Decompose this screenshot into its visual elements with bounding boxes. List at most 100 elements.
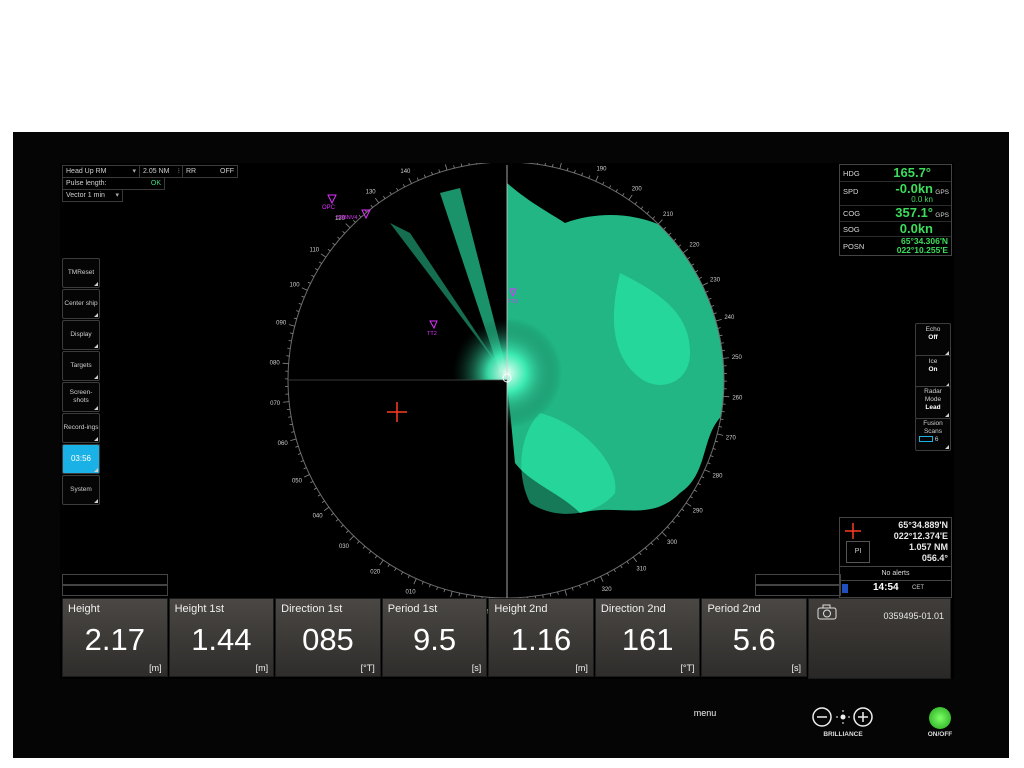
- bearing-tick: [595, 175, 599, 182]
- sog-row: SOG 0.0kn: [840, 221, 951, 237]
- bearing-tick: [720, 418, 724, 420]
- bearing-label: 040: [313, 513, 324, 519]
- bearing-tick: [295, 445, 299, 448]
- wave-direction-1st-cell: Direction 1st 085 [°T]: [275, 598, 381, 677]
- hdg-row: HDG 165.7°: [840, 165, 951, 182]
- vrm2-box[interactable]: [755, 585, 841, 596]
- bearing-label: 270: [726, 435, 737, 441]
- bearing-tick: [646, 211, 650, 214]
- bearing-tick: [681, 508, 685, 512]
- bearing-tick: [628, 194, 633, 201]
- bearing-tick: [310, 480, 314, 484]
- bearing-label: 080: [270, 361, 281, 367]
- bearing-tick: [720, 342, 724, 344]
- cog-source: GPS: [935, 212, 949, 219]
- bearing-tick: [715, 319, 722, 322]
- bearing-tick: [715, 440, 719, 443]
- bearing-tick: [661, 531, 667, 537]
- bearing-tick: [713, 312, 717, 315]
- bearing-tick: [293, 317, 297, 320]
- ebl1-box[interactable]: [62, 574, 168, 585]
- bearing-tick: [288, 324, 295, 327]
- wave-label: Height: [68, 603, 100, 615]
- bearing-tick: [318, 261, 322, 264]
- wave-value: 1.44: [191, 622, 252, 657]
- echo-toggle-button[interactable]: Echo Off: [915, 323, 951, 357]
- wave-label: Period 2nd: [707, 603, 761, 615]
- alerts-bar[interactable]: No alerts: [839, 566, 952, 581]
- bearing-tick: [666, 526, 670, 530]
- bearing-tick: [370, 204, 374, 208]
- bearing-tick: [379, 559, 384, 566]
- radar-mode-button[interactable]: Radar Mode Lead: [915, 386, 951, 419]
- bearing-label: 240: [724, 315, 735, 321]
- vrm1-box[interactable]: [755, 574, 841, 585]
- target-tt2[interactable]: TT2: [427, 320, 438, 337]
- radar-screen: Head Up RM ▾ 2.05 NM ⁝ RR OFF Pulse length…: [60, 163, 954, 679]
- wave-period-1st-cell: Period 1st 9.5 [s]: [381, 598, 488, 677]
- bearing-tick: [615, 188, 618, 192]
- bearing-tick: [345, 223, 351, 229]
- bearing-tick: [593, 579, 596, 583]
- bearing-tick: [702, 282, 709, 286]
- fusion-scans-button[interactable]: Fusion Scans 6: [915, 418, 951, 451]
- bearing-tick: [600, 576, 604, 583]
- target-opc[interactable]: OPC: [322, 194, 337, 211]
- bearing-label: 260: [732, 395, 743, 401]
- target-58bnv4[interactable]: 58BNV4: [337, 209, 371, 221]
- bearing-tick: [332, 242, 336, 246]
- bearing-tick: [668, 232, 672, 236]
- ice-toggle-button[interactable]: Ice On: [915, 355, 951, 389]
- bearing-tick: [608, 185, 612, 189]
- bearing-label: 070: [270, 401, 281, 407]
- cursor-icon: [845, 523, 861, 539]
- bearing-tick: [296, 310, 300, 312]
- bearing-tick: [431, 171, 433, 175]
- wave-value: 9.5: [412, 622, 457, 657]
- bearing-tick: [303, 474, 310, 478]
- bearing-tick: [460, 163, 463, 167]
- bearing-tick: [634, 201, 638, 205]
- camera-icon[interactable]: [817, 604, 837, 620]
- cursor-range: 1.057 NM: [908, 542, 948, 552]
- bearing-tick: [588, 175, 591, 179]
- menu-hard-button[interactable]: menu: [690, 708, 720, 724]
- target-label: TT2: [427, 331, 437, 337]
- bearing-tick: [340, 524, 344, 528]
- bearing-tick: [678, 244, 682, 248]
- bearing-tick: [579, 585, 581, 589]
- power-button[interactable]: [929, 707, 951, 729]
- wave-height-1st-cell: Height 1st 1.44 [m]: [168, 598, 275, 677]
- bearing-tick: [342, 230, 346, 234]
- bearing-tick: [345, 530, 349, 533]
- bearing-tick: [586, 582, 589, 586]
- brilliance-control[interactable]: [811, 706, 875, 728]
- fusion-label: Fusion Scans: [923, 420, 943, 435]
- navigation-data-panel: HDG 165.7° SPD -0.0kn 0.0 kn GPS COG 357…: [839, 164, 952, 256]
- bearing-tick: [387, 564, 390, 568]
- bearing-tick: [421, 581, 424, 585]
- wave-unit: [s]: [791, 663, 802, 673]
- wave-label: Direction 2nd: [600, 603, 666, 615]
- bearing-tick: [428, 584, 431, 588]
- bearing-label: 250: [732, 355, 743, 361]
- bearing-tick: [717, 327, 721, 329]
- bearing-tick: [673, 238, 677, 242]
- bearing-tick: [602, 181, 605, 185]
- bearing-tick: [694, 489, 698, 492]
- echo-value: Off: [928, 334, 938, 341]
- bearing-tick: [613, 569, 616, 573]
- posn-row: POSN 65°34.306'N 022°10.255'E: [840, 236, 951, 255]
- ice-label: Ice: [928, 358, 938, 365]
- bearing-tick: [559, 163, 562, 169]
- bearing-tick: [330, 512, 334, 516]
- ebl2-box[interactable]: [62, 585, 168, 596]
- cog-row: COG 357.1° GPS: [840, 205, 951, 222]
- bearing-tick: [458, 592, 460, 597]
- pi-button[interactable]: PI: [846, 541, 870, 563]
- bearing-tick: [574, 170, 576, 174]
- bearing-tick: [552, 163, 554, 168]
- bearing-label: 310: [636, 566, 647, 572]
- onoff-label: ON/OFF: [927, 731, 953, 738]
- bearing-tick: [301, 295, 305, 298]
